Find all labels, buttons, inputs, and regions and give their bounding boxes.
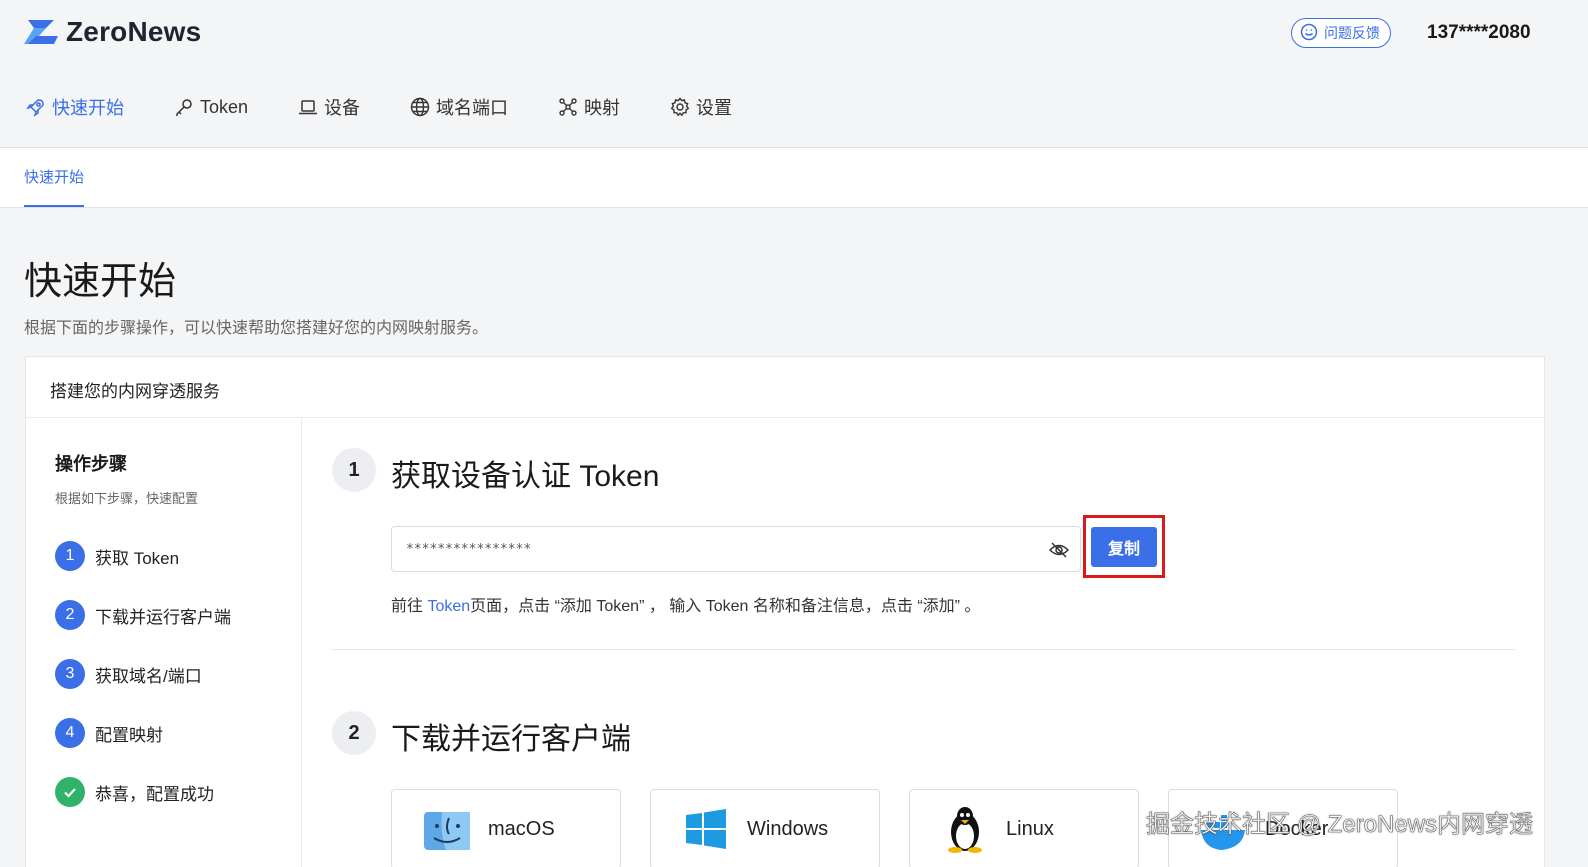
- nav-token[interactable]: Token: [174, 94, 248, 120]
- windows-icon: [681, 804, 731, 854]
- zeronews-logo-icon: [24, 17, 58, 47]
- nav-label: 设置: [696, 98, 733, 118]
- nav-mapping[interactable]: 映射: [558, 94, 620, 120]
- step-item-get-domain[interactable]: 3 获取域名/端口: [55, 659, 301, 689]
- section-number: 1: [332, 448, 376, 492]
- macos-finder-icon: [422, 804, 472, 854]
- hint-prefix: 前往: [391, 598, 428, 615]
- mapping-icon: [559, 98, 577, 116]
- nav-settings[interactable]: 设置: [670, 94, 732, 120]
- steps-content: 1 获取设备认证 Token **************** 复制 前往 To…: [302, 418, 1544, 867]
- token-field[interactable]: ****************: [391, 526, 1081, 572]
- card-title: 搭建您的内网穿透服务: [26, 357, 1544, 418]
- step-number: 1: [55, 541, 85, 571]
- step-item-config-mapping[interactable]: 4 配置映射: [55, 718, 301, 748]
- step-label: 恭喜，配置成功: [95, 784, 214, 804]
- platform-macos[interactable]: macOS: [391, 789, 621, 867]
- top-header: ZeroNews 问题反馈 137****2080 快速开始 Token 设备: [0, 0, 1588, 148]
- feedback-button[interactable]: 问题反馈: [1291, 18, 1391, 48]
- nav-label: Token: [200, 96, 249, 117]
- platform-label: Windows: [747, 817, 829, 840]
- step-label: 获取域名/端口: [95, 666, 202, 686]
- section-divider: [331, 649, 1516, 650]
- rocket-icon: [26, 99, 44, 117]
- platform-windows[interactable]: Windows: [650, 789, 880, 867]
- gear-icon: [670, 97, 690, 117]
- eye-off-icon[interactable]: [1048, 539, 1070, 561]
- platform-label: Linux: [1006, 817, 1054, 840]
- sub-tab-bar: 快速开始: [0, 148, 1588, 208]
- nav-label: 快速开始: [52, 98, 124, 118]
- globe-icon: [410, 97, 430, 117]
- steps-panel: 操作步骤 根据如下步骤，快速配置 1 获取 Token 2 下载并运行客户端 3…: [26, 418, 302, 867]
- token-hint: 前往 Token页面，点击 “添加 Token” ， 输入 Token 名称和备…: [391, 592, 980, 616]
- tab-quickstart[interactable]: 快速开始: [24, 166, 85, 207]
- step-item-get-token[interactable]: 1 获取 Token: [55, 541, 301, 571]
- smile-icon: [1300, 23, 1318, 44]
- nav-label: 设备: [324, 98, 361, 118]
- step-label: 获取 Token: [95, 548, 180, 568]
- nav-devices[interactable]: 设备: [298, 94, 360, 120]
- token-value: ****************: [406, 541, 532, 557]
- linux-penguin-icon: [940, 804, 990, 854]
- nav-label: 域名端口: [436, 98, 509, 118]
- nav-domains[interactable]: 域名端口: [410, 94, 508, 120]
- steps-title: 操作步骤: [55, 454, 127, 474]
- token-page-link[interactable]: Token: [427, 598, 470, 615]
- laptop-icon: [299, 100, 318, 115]
- step-number: 4: [55, 718, 85, 748]
- main-nav: 快速开始 Token 设备 域名端口 映射 设置: [26, 94, 782, 120]
- hint-suffix: 页面，点击 “添加 Token” ， 输入 Token 名称和备注信息，点击 “…: [470, 598, 981, 615]
- step-label: 下载并运行客户端: [95, 607, 231, 627]
- watermark-text: 掘金技术社区 @ ZeroNews内网穿透: [1146, 811, 1534, 839]
- copy-button[interactable]: 复制: [1091, 526, 1157, 567]
- highlight-box: 复制: [1083, 515, 1165, 578]
- step-item-download-client[interactable]: 2 下载并运行客户端: [55, 600, 301, 630]
- feedback-label: 问题反馈: [1324, 25, 1380, 41]
- brand-logo[interactable]: ZeroNews: [24, 16, 201, 48]
- brand-name: ZeroNews: [66, 16, 202, 47]
- section-title: 获取设备认证 Token: [391, 460, 660, 493]
- step-item-success[interactable]: 恭喜，配置成功: [55, 777, 301, 807]
- section-title: 下载并运行客户端: [391, 723, 631, 756]
- key-icon: [176, 99, 192, 116]
- nav-label: 映射: [584, 98, 621, 118]
- section-number: 2: [332, 711, 376, 755]
- step-number: 2: [55, 600, 85, 630]
- page-title: 快速开始: [24, 261, 177, 303]
- setup-card: 搭建您的内网穿透服务 操作步骤 根据如下步骤，快速配置 1 获取 Token 2…: [25, 356, 1545, 867]
- step-label: 配置映射: [95, 725, 163, 745]
- user-account[interactable]: 137****2080: [1427, 22, 1531, 44]
- page-description: 根据下面的步骤操作，可以快速帮助您搭建好您的内网映射服务。: [24, 320, 489, 337]
- platform-label: macOS: [488, 817, 555, 840]
- check-icon: [55, 777, 85, 807]
- platform-linux[interactable]: Linux: [909, 789, 1139, 867]
- nav-quickstart[interactable]: 快速开始: [26, 94, 124, 120]
- steps-subtitle: 根据如下步骤，快速配置: [55, 491, 199, 506]
- step-number: 3: [55, 659, 85, 689]
